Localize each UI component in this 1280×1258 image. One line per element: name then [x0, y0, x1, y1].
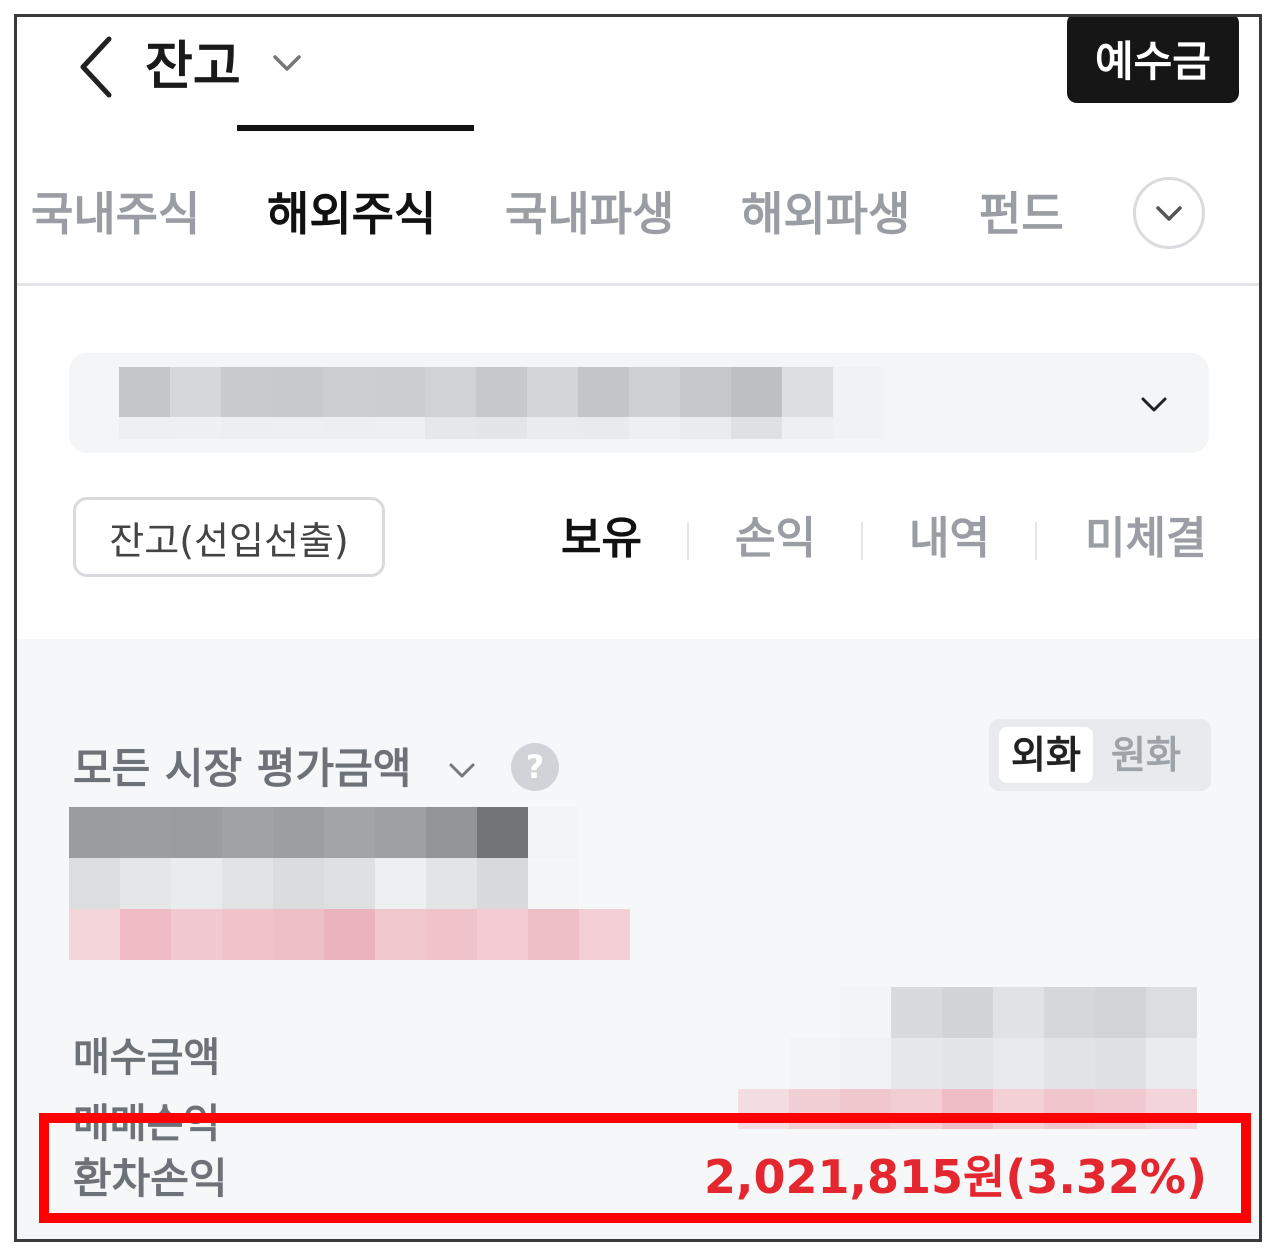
app-screen: 잔고 예수금 국내주식 해외주식 국내파생 해외파생 펀드 잔고(선입선출) 보…	[14, 14, 1262, 1242]
masked-valuation-amount	[69, 807, 630, 960]
account-selector[interactable]	[69, 353, 1209, 453]
highlight-box	[39, 1113, 1251, 1223]
masked-account-number	[119, 367, 884, 439]
back-arrow-icon[interactable]	[75, 27, 119, 107]
tab-overseas-derivatives[interactable]: 해외파생	[741, 179, 910, 249]
tab-overseas-stock[interactable]: 해외주식	[267, 179, 436, 249]
page-title: 잔고	[145, 37, 241, 97]
tab-domestic-derivatives[interactable]: 국내파생	[505, 179, 674, 249]
account-chevron-down-icon	[1141, 397, 1167, 412]
chevron-down-icon	[1156, 206, 1182, 221]
segment-separator	[861, 522, 863, 560]
asset-tabs: 국내주식 해외주식 국내파생 해외파생 펀드	[17, 167, 1259, 285]
segment-unfilled[interactable]: 미체결	[1085, 507, 1206, 571]
deposit-button[interactable]: 예수금	[1067, 17, 1239, 103]
market-valuation-label: 모든 시장 평가금액	[73, 744, 412, 793]
segment-history[interactable]: 내역	[909, 507, 990, 571]
currency-toggle: 외화 원화	[989, 719, 1211, 791]
currency-foreign[interactable]: 외화	[999, 727, 1093, 783]
segment-profit-loss[interactable]: 손익	[735, 507, 816, 571]
balance-fifo-button[interactable]: 잔고(선입선출)	[73, 497, 385, 577]
masked-row-values	[687, 987, 1197, 1129]
currency-won[interactable]: 원화	[1099, 727, 1193, 783]
purchase-amount-label: 매수금액	[73, 1035, 221, 1081]
tab-domestic-stock[interactable]: 국내주식	[31, 179, 200, 249]
segment-holdings[interactable]: 보유	[561, 507, 642, 571]
tab-divider	[17, 283, 1259, 286]
segment-separator	[687, 522, 689, 560]
tab-fund[interactable]: 펀드	[979, 179, 1064, 249]
market-chevron-down-icon[interactable]	[445, 753, 479, 787]
help-question-icon[interactable]: ?	[511, 743, 559, 791]
tab-more-button[interactable]	[1133, 177, 1205, 249]
title-chevron-down-icon[interactable]	[269, 45, 305, 81]
active-tab-indicator	[237, 125, 474, 131]
segment-separator	[1035, 522, 1037, 560]
